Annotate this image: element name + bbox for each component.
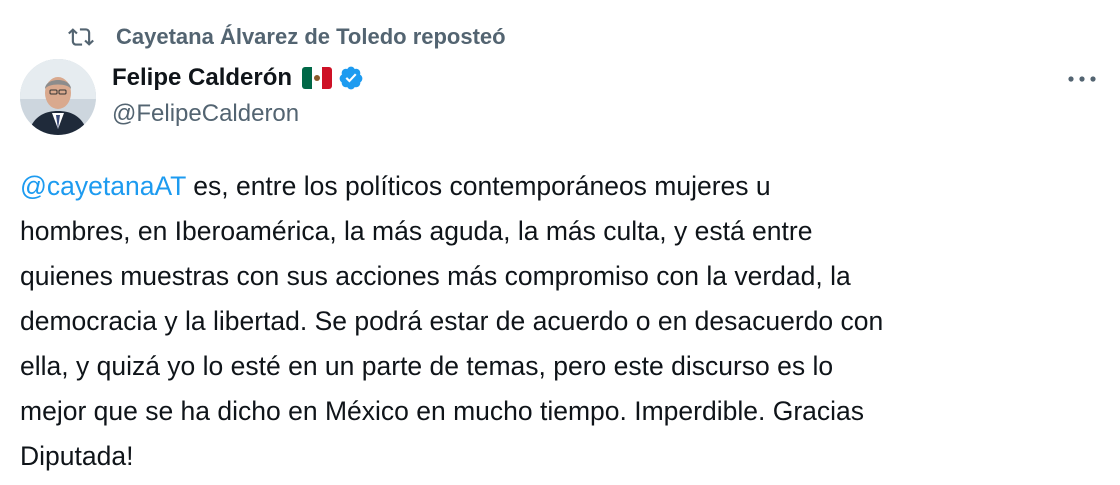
mention-link[interactable]: @cayetanaAT	[20, 171, 186, 201]
user-handle[interactable]: @FelipeCalderon	[112, 100, 364, 128]
more-button[interactable]	[1064, 64, 1100, 94]
tweet-text-line: hombres, en Iberoamérica, la más aguda, …	[20, 216, 813, 246]
repost-icon	[66, 24, 96, 50]
avatar[interactable]	[20, 59, 96, 135]
tweet-text-line: @cayetanaAT es, entre los políticos cont…	[20, 164, 1100, 209]
tweet-text-segment: es, entre los políticos contemporáneos m…	[185, 171, 771, 201]
more-horizontal-icon	[1067, 70, 1097, 88]
mexico-flag-icon	[302, 67, 333, 89]
tweet-card[interactable]: Cayetana Álvarez de Toledo reposteó Feli…	[0, 0, 1120, 485]
tweet-text-line: quienes muestras con sus acciones más co…	[20, 261, 851, 291]
author-block: Felipe Calderón @FelipeCalderon	[112, 60, 364, 128]
tweet-text-line: democracia y la libertad. Se podrá estar…	[20, 306, 884, 336]
tweet-text-line: mejor que se ha dicho en México en mucho…	[20, 396, 865, 426]
reposted-by-label: Cayetana Álvarez de Toledo reposteó	[116, 24, 506, 49]
name-row: Felipe Calderón	[112, 60, 364, 96]
tweet-text-line: Diputada!	[20, 441, 134, 471]
display-name[interactable]: Felipe Calderón	[112, 64, 292, 92]
verified-badge-icon[interactable]	[338, 65, 364, 91]
tweet-text-line: ella, y quizá yo lo esté en un parte de …	[20, 351, 834, 381]
tweet-text: @cayetanaAT es, entre los políticos cont…	[20, 164, 1100, 479]
social-context[interactable]: Cayetana Álvarez de Toledo reposteó	[66, 20, 506, 54]
